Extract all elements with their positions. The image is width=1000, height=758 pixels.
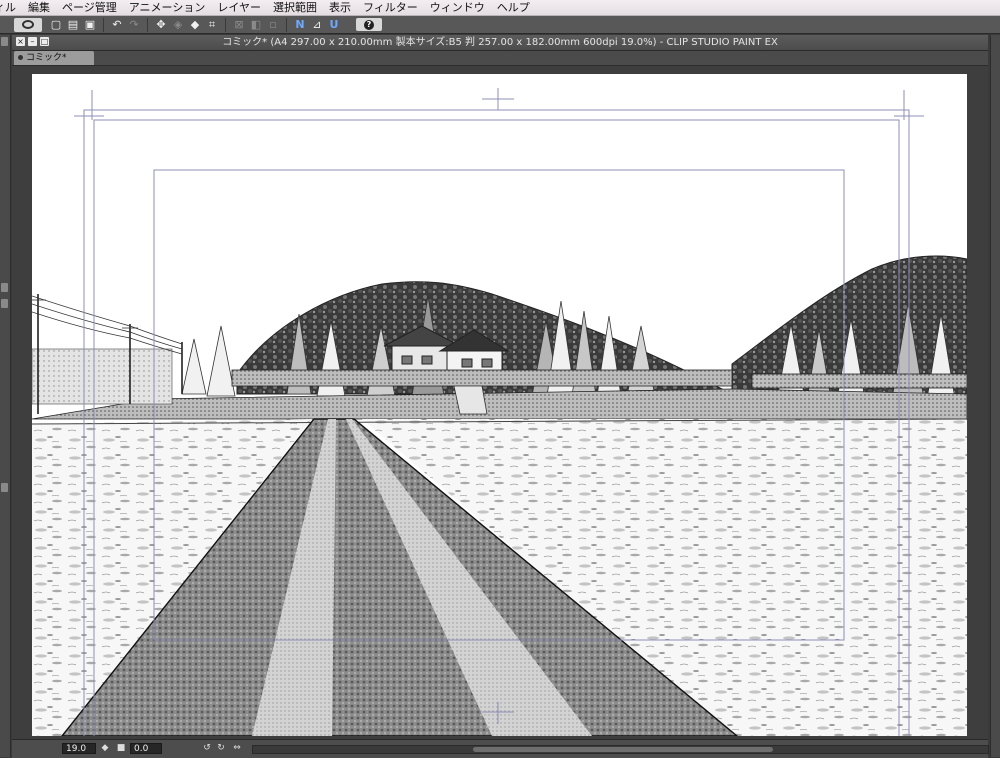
status-bar: 19.0 ◆ ■ 0.0 ↺ ↻ ⇔ [12, 739, 989, 758]
rotate-right-icon[interactable]: ↻ [216, 743, 226, 753]
zoom-field[interactable]: 19.0 [62, 743, 96, 754]
open-file-icon[interactable]: ▤ [66, 18, 80, 32]
ruler-snap-icon[interactable]: N [293, 18, 307, 32]
canvas-paper[interactable] [32, 74, 967, 736]
right-dock-strip [990, 35, 1000, 757]
clear-selection-icon[interactable]: ⊠ [232, 18, 246, 32]
dock-handle[interactable] [1, 299, 8, 308]
new-file-icon[interactable]: ▢ [49, 18, 63, 32]
menu-animation[interactable]: アニメーション [125, 0, 214, 15]
dock-handle[interactable] [1, 283, 8, 292]
move-icon[interactable]: ✥ [154, 18, 168, 32]
horizontal-scrollbar[interactable] [252, 745, 989, 754]
tab-label: コミック* [26, 53, 67, 63]
left-dock-strip [0, 35, 11, 757]
scale-icon[interactable]: ⌗ [205, 18, 219, 32]
redo-icon[interactable]: ↷ [127, 18, 141, 32]
invert-selection-icon[interactable]: ◧ [249, 18, 263, 32]
menu-bar: ィル 編集 ページ管理 アニメーション レイヤー 選択範囲 表示 フィルター ウ… [0, 0, 1000, 16]
menu-view[interactable]: 表示 [325, 0, 359, 15]
dock-handle[interactable] [1, 37, 8, 46]
special-ruler-snap-icon[interactable]: ⊿ [310, 18, 324, 32]
clip-studio-logo-button[interactable] [14, 17, 42, 32]
menu-window[interactable]: ウィンドウ [426, 0, 493, 15]
toolbar-divider [147, 17, 148, 32]
minimize-icon[interactable]: – [28, 37, 37, 46]
help-button[interactable]: ? [356, 18, 382, 31]
menu-page-management[interactable]: ページ管理 [58, 0, 125, 15]
tab-comic[interactable]: コミック* [14, 51, 94, 65]
document-title-bar: × – □ コミック* (A4 297.00 x 210.00mm 製本サイズ:… [12, 35, 988, 51]
zoom-stepper-icon[interactable]: ◆ [100, 743, 110, 753]
menu-selection[interactable]: 選択範囲 [269, 0, 325, 15]
menu-filter[interactable]: フィルター [359, 0, 426, 15]
tab-status-dot [18, 55, 23, 60]
menu-file[interactable]: ィル [0, 0, 24, 15]
document-tab-bar: コミック* [12, 51, 988, 66]
window-controls: × – □ [16, 37, 49, 46]
manga-illustration [32, 74, 967, 736]
dock-handle[interactable] [1, 483, 8, 492]
menu-edit[interactable]: 編集 [24, 0, 58, 15]
help-icon: ? [364, 19, 374, 30]
grid-snap-icon[interactable]: U [327, 18, 341, 32]
scrollbar-thumb[interactable] [473, 747, 773, 752]
menu-help[interactable]: ヘルプ [493, 0, 538, 15]
maximize-icon[interactable]: □ [40, 37, 49, 46]
command-bar: ▢ ▤ ▣ ↶ ↷ ✥ ◈ ◆ ⌗ ⊠ ◧ ▫ N ⊿ U ? [0, 16, 1000, 34]
rotate-left-icon[interactable]: ↺ [202, 743, 212, 753]
fit-view-icon[interactable]: ■ [116, 743, 126, 753]
undo-icon[interactable]: ↶ [110, 18, 124, 32]
save-icon[interactable]: ▣ [83, 18, 97, 32]
clip-studio-logo-icon [22, 20, 34, 29]
close-icon[interactable]: × [16, 37, 25, 46]
toolbar-divider [225, 17, 226, 32]
flip-horizontal-icon[interactable]: ⇔ [232, 743, 242, 753]
document-title: コミック* (A4 297.00 x 210.00mm 製本サイズ:B5 判 2… [222, 37, 778, 48]
transform-icon[interactable]: ◈ [171, 18, 185, 32]
menu-layer[interactable]: レイヤー [213, 0, 269, 15]
show-selection-icon[interactable]: ▫ [266, 18, 280, 32]
rotation-field[interactable]: 0.0 [130, 743, 162, 754]
toolbar-divider [286, 17, 287, 32]
toolbar-divider [103, 17, 104, 32]
fill-icon[interactable]: ◆ [188, 18, 202, 32]
